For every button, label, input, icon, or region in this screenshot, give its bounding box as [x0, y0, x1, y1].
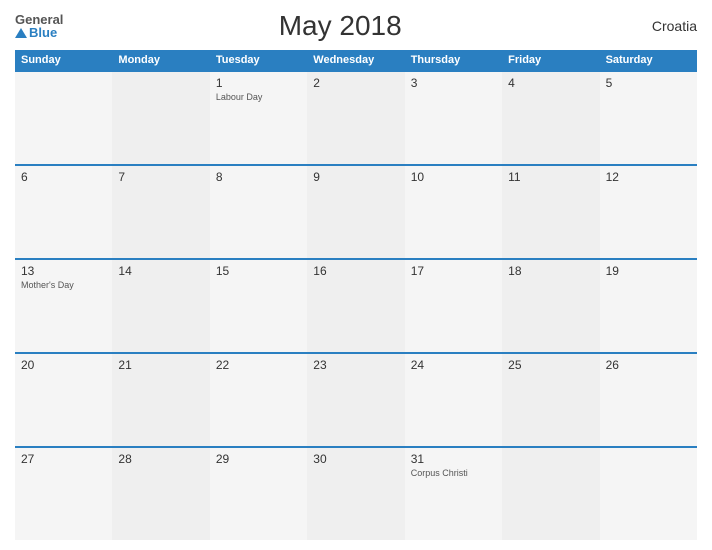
calendar-cell: 27	[15, 448, 112, 540]
calendar-cell: 10	[405, 166, 502, 258]
day-number: 14	[118, 264, 203, 278]
calendar-cell: 19	[600, 260, 697, 352]
day-number: 9	[313, 170, 398, 184]
day-number: 29	[216, 452, 301, 466]
calendar-cell: 2	[307, 72, 404, 164]
day-number: 30	[313, 452, 398, 466]
calendar-weekday-sunday: Sunday	[15, 50, 112, 70]
calendar-weekday-saturday: Saturday	[600, 50, 697, 70]
calendar-body: 1Labour Day2345678910111213Mother's Day1…	[15, 70, 697, 540]
day-number: 26	[606, 358, 691, 372]
calendar-cell: 5	[600, 72, 697, 164]
day-number: 28	[118, 452, 203, 466]
country-label: Croatia	[617, 18, 697, 34]
calendar-cell: 23	[307, 354, 404, 446]
day-number: 2	[313, 76, 398, 90]
day-number: 6	[21, 170, 106, 184]
day-number: 31	[411, 452, 496, 466]
calendar-cell	[15, 72, 112, 164]
calendar-week-4: 20 21 22 23 24 25 26	[15, 352, 697, 446]
calendar-weekday-friday: Friday	[502, 50, 599, 70]
event-label: Corpus Christi	[411, 468, 496, 480]
calendar-cell: 26	[600, 354, 697, 446]
calendar-cell: 16	[307, 260, 404, 352]
calendar-cell: 15	[210, 260, 307, 352]
calendar-weekday-monday: Monday	[112, 50, 209, 70]
calendar-cell: 3	[405, 72, 502, 164]
calendar-cell: 4	[502, 72, 599, 164]
calendar-cell: 22	[210, 354, 307, 446]
event-label: Labour Day	[216, 92, 301, 104]
calendar-cell	[502, 448, 599, 540]
day-number: 16	[313, 264, 398, 278]
calendar-week-3: 13 Mother's Day 14 15 16 17 18 19	[15, 258, 697, 352]
day-number: 15	[216, 264, 301, 278]
day-number: 21	[118, 358, 203, 372]
calendar-cell: 13 Mother's Day	[15, 260, 112, 352]
calendar-cell: 14	[112, 260, 209, 352]
calendar-cell: 18	[502, 260, 599, 352]
day-number: 13	[21, 264, 106, 278]
day-number: 27	[21, 452, 106, 466]
day-number: 20	[21, 358, 106, 372]
day-number: 18	[508, 264, 593, 278]
event-label: Mother's Day	[21, 280, 106, 292]
day-number: 3	[411, 76, 496, 90]
calendar-cell: 17	[405, 260, 502, 352]
calendar-weekday-thursday: Thursday	[405, 50, 502, 70]
calendar-cell	[600, 448, 697, 540]
day-number: 22	[216, 358, 301, 372]
day-number: 23	[313, 358, 398, 372]
calendar-cell: 12	[600, 166, 697, 258]
calendar-cell: 1 Labour Day	[210, 72, 307, 164]
day-number: 24	[411, 358, 496, 372]
calendar-week-1: 1 Labour Day 2345	[15, 70, 697, 164]
calendar-header-row: SundayMondayTuesdayWednesdayThursdayFrid…	[15, 50, 697, 70]
calendar-cell: 20	[15, 354, 112, 446]
calendar: SundayMondayTuesdayWednesdayThursdayFrid…	[15, 50, 697, 540]
calendar-cell: 6	[15, 166, 112, 258]
day-number: 1	[216, 76, 301, 90]
calendar-cell: 25	[502, 354, 599, 446]
calendar-week-2: 6789 10 11 12	[15, 164, 697, 258]
calendar-weekday-wednesday: Wednesday	[307, 50, 404, 70]
day-number: 7	[118, 170, 203, 184]
calendar-cell: 7	[112, 166, 209, 258]
calendar-cell: 8	[210, 166, 307, 258]
calendar-cell: 31 Corpus Christi	[405, 448, 502, 540]
calendar-cell: 9	[307, 166, 404, 258]
calendar-weekday-tuesday: Tuesday	[210, 50, 307, 70]
day-number: 12	[606, 170, 691, 184]
logo-triangle-icon	[15, 28, 27, 38]
day-number: 17	[411, 264, 496, 278]
calendar-cell: 24	[405, 354, 502, 446]
day-number: 5	[606, 76, 691, 90]
day-number: 11	[508, 170, 593, 184]
page-title: May 2018	[63, 10, 617, 42]
day-number: 4	[508, 76, 593, 90]
calendar-cell: 30	[307, 448, 404, 540]
logo-blue-text: Blue	[15, 26, 57, 39]
calendar-cell: 21	[112, 354, 209, 446]
day-number: 8	[216, 170, 301, 184]
calendar-week-5: 27 28 29 30 31 Corpus Christi	[15, 446, 697, 540]
day-number: 19	[606, 264, 691, 278]
day-number: 10	[411, 170, 496, 184]
calendar-header: General Blue May 2018 Croatia	[15, 10, 697, 42]
day-number: 25	[508, 358, 593, 372]
logo: General Blue	[15, 13, 63, 39]
calendar-cell: 11	[502, 166, 599, 258]
calendar-cell: 29	[210, 448, 307, 540]
calendar-cell: 28	[112, 448, 209, 540]
calendar-cell	[112, 72, 209, 164]
